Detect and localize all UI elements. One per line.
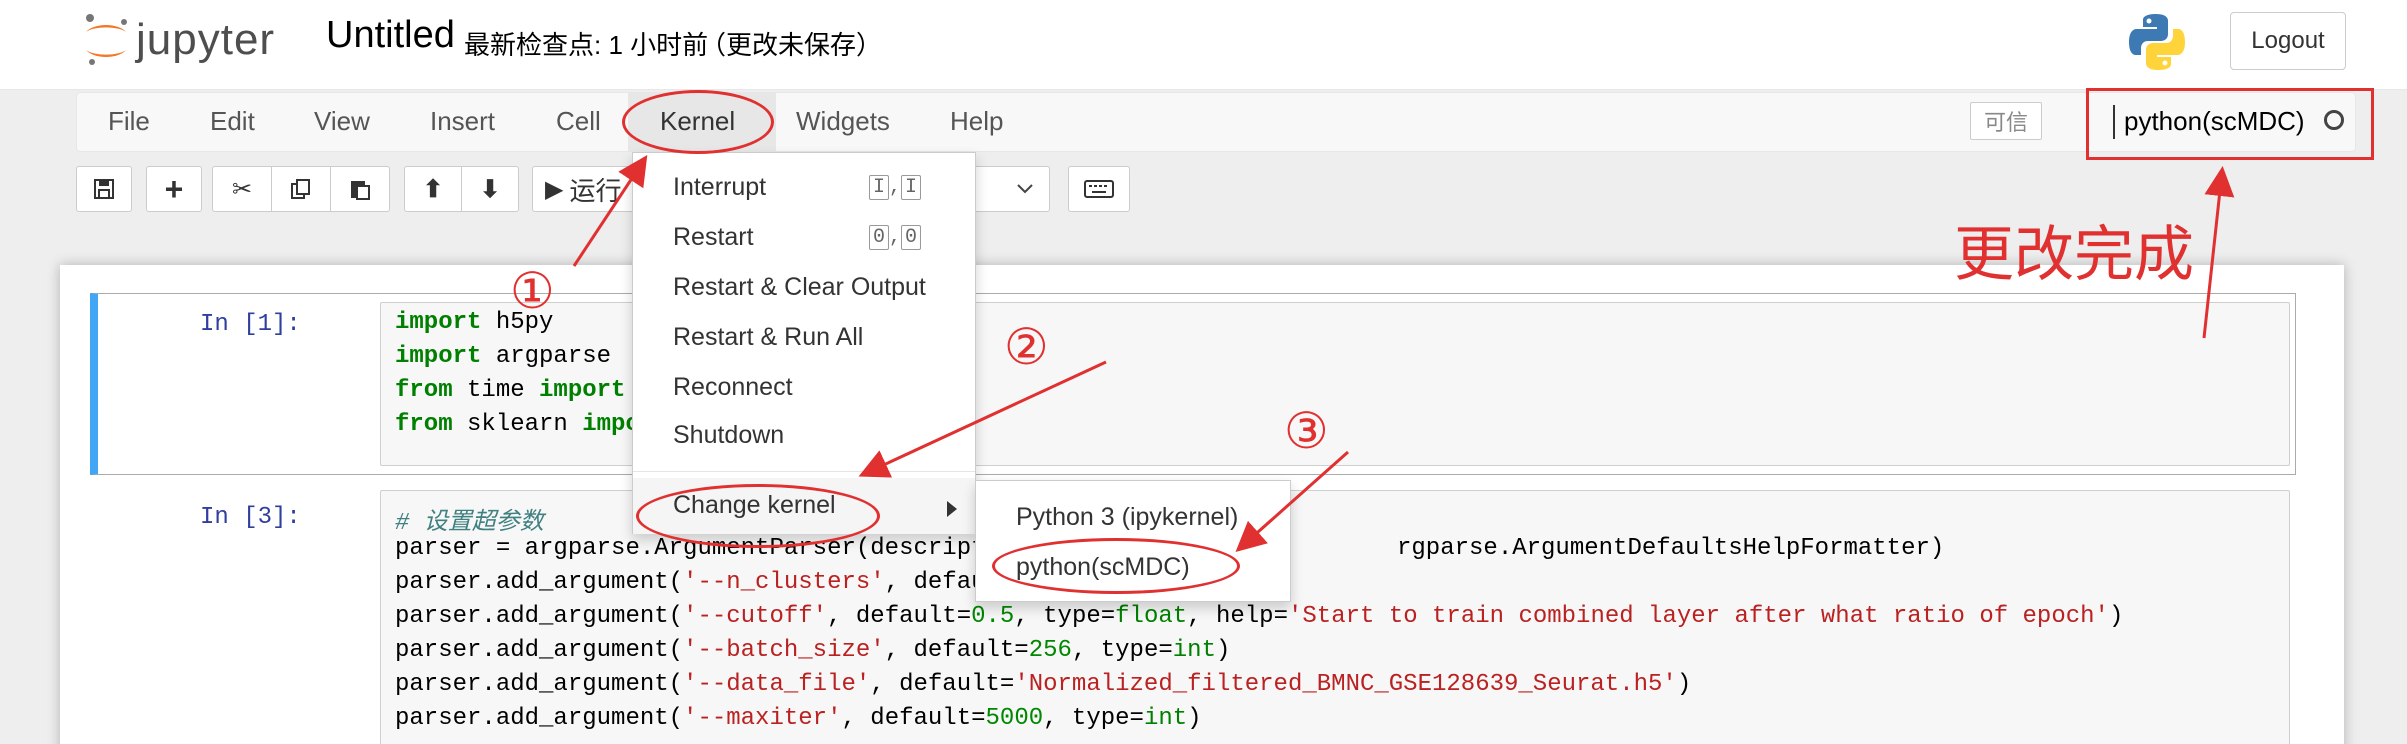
- arrow-step-3: [1235, 450, 1349, 552]
- arrow-step-2: [858, 360, 1107, 478]
- arrow-done: [2202, 166, 2235, 339]
- annotation-arrows: [572, 154, 2235, 552]
- arrow-step-1: [572, 154, 648, 267]
